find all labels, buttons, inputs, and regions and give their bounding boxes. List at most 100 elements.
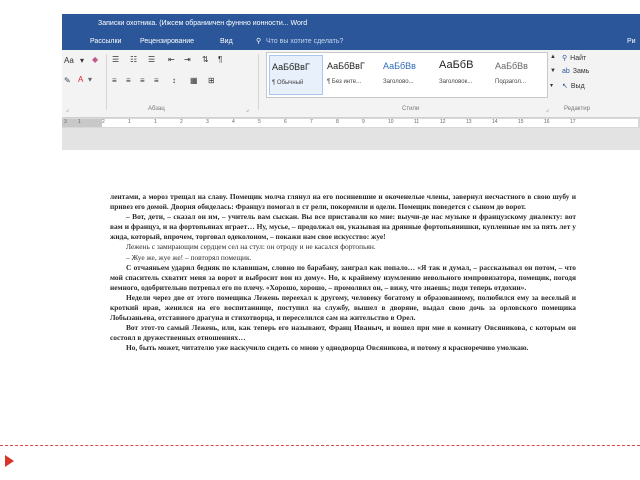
- ruler-tick: 2: [180, 119, 183, 125]
- sort-icon[interactable]: ⇅: [202, 55, 209, 64]
- paragraph: Недели через две от этого помещика Лежен…: [110, 292, 576, 323]
- ruler-tick: 2: [102, 119, 105, 125]
- select-button[interactable]: ↖ Выд: [562, 82, 585, 90]
- ruler-tick: 5: [258, 119, 261, 125]
- window-title: Записки охотника. (Ижсем обраниичен фунн…: [98, 20, 308, 27]
- paragraph: лентами, а мороз трещал на славу. Помещи…: [110, 192, 576, 212]
- ruler-tick: 14: [492, 119, 498, 125]
- menu-bar: Рассылки Рецензирование Вид ⚲ Что вы хот…: [62, 34, 640, 50]
- font-size-dropdown-icon[interactable]: ▾: [80, 56, 84, 65]
- ruler-tick: 12: [440, 119, 446, 125]
- replace-icon: ab: [562, 68, 570, 75]
- slide-divider: [0, 445, 640, 446]
- word-window: Записки охотника. (Ижсем обраниичен фунн…: [62, 14, 640, 150]
- style-subtitle[interactable]: АаБбВв Подзагол...: [493, 55, 547, 95]
- style-name: Заголово...: [383, 79, 414, 85]
- shading-icon[interactable]: ▦: [190, 76, 198, 85]
- ruler-tick: 3: [64, 119, 67, 125]
- ruler-tick: 7: [310, 119, 313, 125]
- separator: [106, 54, 107, 110]
- document-page[interactable]: лентами, а мороз трещал на славу. Помещи…: [110, 192, 576, 432]
- justify-icon[interactable]: ≡: [154, 76, 159, 85]
- tab-view[interactable]: Вид: [220, 34, 233, 50]
- style-name: ¶ Обычный: [272, 80, 304, 86]
- tab-review[interactable]: Рецензирование: [140, 34, 194, 50]
- cursor-icon: ↖: [562, 83, 568, 90]
- paragraph: Лежень с замирающим сердцем сел на стул:…: [126, 242, 376, 252]
- borders-icon[interactable]: ⊞: [208, 76, 215, 85]
- paragraph: – Вот, дети, – сказал он им, – учитель в…: [110, 212, 576, 242]
- style-sample: АаБбВвГ: [327, 61, 365, 71]
- numbering-icon[interactable]: ☷: [130, 55, 137, 64]
- paragraph: Вот этот-то самый Лежень, или, как тепер…: [110, 323, 576, 343]
- ruler-tick: 6: [284, 119, 287, 125]
- ribbon: Aa ▾ ◆ ✎ A ▾ ☰ ☷ ☰ ⇤ ⇥ ⇅ ¶ ≡ ≡ ≡ ≡ ↕ ▦ ⊞…: [62, 50, 640, 118]
- styles-gallery: АаБбВвГ ¶ Обычный АаБбВвГ ¶ Без инте... …: [266, 52, 548, 98]
- style-name: Заголовок...: [439, 79, 473, 85]
- ruler[interactable]: 3 1 2 1 1 2 3 4 5 6 7 8 9 10 11 12 13 14…: [62, 118, 640, 128]
- line-spacing-icon[interactable]: ↕: [172, 76, 176, 85]
- select-label: Выд: [570, 83, 585, 90]
- arrow-bullet-icon: [5, 455, 14, 467]
- decrease-indent-icon[interactable]: ⇤: [168, 55, 175, 64]
- paragraph: Но, быть может, читателю уже наскучило с…: [126, 343, 529, 353]
- ruler-tick: 15: [518, 119, 524, 125]
- paragraph: – Жуе же, жуе же! – повторял помещик.: [126, 252, 252, 262]
- replace-button[interactable]: ab Замь: [562, 68, 589, 75]
- tell-me-box[interactable]: Что вы хотите сделать?: [266, 34, 343, 50]
- style-sample: АаБбВ: [439, 59, 474, 71]
- paragraph: С отчаяньем ударил бедняк по клавишам, с…: [110, 262, 576, 292]
- highlight-color-icon[interactable]: ✎: [64, 76, 71, 85]
- multilevel-list-icon[interactable]: ☰: [148, 55, 155, 64]
- search-icon: ⚲: [562, 55, 568, 62]
- find-label: Найт: [570, 55, 587, 62]
- styles-group-launcher-icon[interactable]: ⌟: [546, 106, 549, 113]
- styles-group-label: Стили: [402, 106, 420, 112]
- style-name: ¶ Без инте...: [327, 79, 362, 85]
- ruler-tick: 1: [154, 119, 157, 125]
- ruler-tick: 8: [336, 119, 339, 125]
- pilcrow-icon[interactable]: ¶: [218, 55, 222, 64]
- ruler-tick: 16: [544, 119, 550, 125]
- align-center-icon[interactable]: ≡: [126, 76, 131, 85]
- ruler-tick: 9: [362, 119, 365, 125]
- increase-indent-icon[interactable]: ⇥: [184, 55, 191, 64]
- style-sample: АаБбВв: [495, 61, 528, 71]
- ruler-margin: [62, 119, 102, 127]
- styles-scroll-down-icon[interactable]: ▼: [550, 68, 556, 74]
- ruler-tick: 4: [232, 119, 235, 125]
- style-sample: АаБбВв: [383, 61, 416, 71]
- menu-right-cut: Ри: [627, 38, 636, 45]
- font-color-icon[interactable]: A: [78, 75, 83, 84]
- font-group-launcher-icon[interactable]: ⌟: [66, 106, 69, 113]
- eraser-icon[interactable]: ◆: [92, 55, 98, 64]
- editing-group-label: Редактир: [564, 106, 590, 112]
- paragraph-group-label: Абзац: [148, 106, 165, 112]
- style-normal[interactable]: АаБбВвГ ¶ Обычный: [269, 55, 323, 95]
- ruler-tick: 3: [206, 119, 209, 125]
- screen: Записки охотника. (Ижсем обраниичен фунн…: [0, 0, 640, 480]
- font-color-dropdown-icon[interactable]: ▾: [88, 75, 92, 84]
- style-name: Подзагол...: [495, 79, 526, 85]
- find-button[interactable]: ⚲ Найт: [562, 54, 586, 62]
- align-left-icon[interactable]: ≡: [112, 76, 117, 85]
- styles-scroll-up-icon[interactable]: ▲: [550, 54, 556, 60]
- style-heading-1[interactable]: АаБбВв Заголово...: [381, 55, 435, 95]
- style-title[interactable]: АаБбВ Заголовок...: [437, 55, 491, 95]
- style-sample: АаБбВвГ: [272, 62, 310, 72]
- document-gutter: [62, 128, 640, 150]
- styles-more-icon[interactable]: ▾: [550, 82, 553, 89]
- ruler-tick: 1: [78, 119, 81, 125]
- lightbulb-icon: ⚲: [256, 38, 262, 45]
- editing-group: ⚲ Найт ab Замь ↖ Выд: [558, 54, 638, 104]
- font-case-button[interactable]: Aa: [64, 56, 74, 65]
- paragraph-group-launcher-icon[interactable]: ⌟: [246, 106, 249, 113]
- style-no-spacing[interactable]: АаБбВвГ ¶ Без инте...: [325, 55, 379, 95]
- tab-mailings[interactable]: Рассылки: [90, 34, 121, 50]
- ruler-tick: 1: [128, 119, 131, 125]
- ruler-tick: 11: [414, 119, 420, 125]
- bullets-icon[interactable]: ☰: [112, 55, 119, 64]
- separator: [258, 54, 259, 110]
- title-bar: Записки охотника. (Ижсем обраниичен фунн…: [62, 14, 640, 34]
- align-right-icon[interactable]: ≡: [140, 76, 145, 85]
